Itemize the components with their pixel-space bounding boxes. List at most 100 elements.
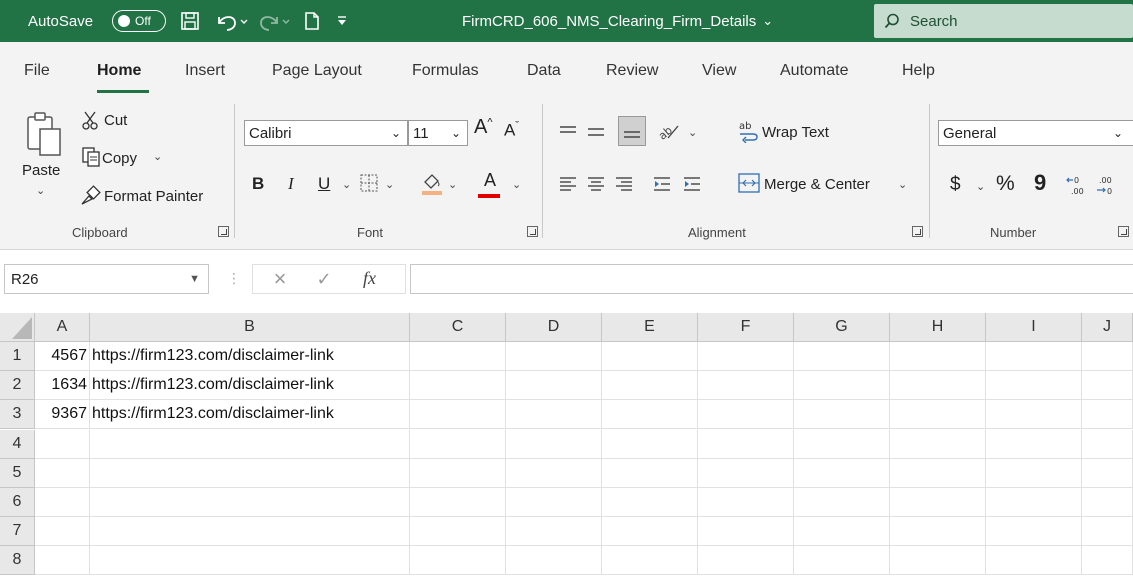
shrink-font-button[interactable]: Aˇ <box>504 120 519 141</box>
paste-chevron-icon[interactable]: ⌄ <box>36 184 45 197</box>
cell-b2[interactable]: https://firm123.com/disclaimer-link <box>90 371 410 401</box>
cell-i1[interactable] <box>986 342 1082 371</box>
grow-font-button[interactable]: A^ <box>474 116 493 139</box>
cell-f1[interactable] <box>698 342 794 371</box>
format-painter-label[interactable]: Format Painter <box>104 188 203 205</box>
orientation-icon[interactable]: ab <box>654 118 682 144</box>
align-middle-icon[interactable] <box>584 120 608 144</box>
fill-color-chevron-icon[interactable]: ⌄ <box>448 178 457 191</box>
format-painter-icon[interactable] <box>78 184 102 208</box>
cancel-icon[interactable]: × <box>268 266 292 292</box>
column-header-i[interactable]: I <box>986 313 1082 342</box>
cell-e5[interactable] <box>602 458 698 488</box>
cell-b4[interactable] <box>90 429 410 459</box>
currency-chevron-icon[interactable]: ⌄ <box>976 180 985 193</box>
cell-e7[interactable] <box>602 517 698 547</box>
row-header-5[interactable]: 5 <box>0 458 35 488</box>
cell-h5[interactable] <box>890 458 986 488</box>
cell-g5[interactable] <box>794 458 890 488</box>
cell-j4[interactable] <box>1082 429 1133 459</box>
decrease-decimal-icon[interactable]: .00 0 <box>1094 172 1120 198</box>
tab-home[interactable]: Home <box>97 62 141 80</box>
cell-d8[interactable] <box>506 546 602 576</box>
cell-d7[interactable] <box>506 517 602 547</box>
tab-automate[interactable]: Automate <box>780 62 848 80</box>
cell-h3[interactable] <box>890 400 986 430</box>
copy-icon[interactable] <box>80 146 102 168</box>
cell-c2[interactable] <box>410 371 506 401</box>
underline-button[interactable]: U <box>318 174 330 194</box>
cell-j1[interactable] <box>1082 342 1133 371</box>
name-box[interactable]: R26 ▼ <box>4 264 209 294</box>
cell-j8[interactable] <box>1082 546 1133 576</box>
undo-icon[interactable] <box>212 0 252 42</box>
cell-i2[interactable] <box>986 371 1082 401</box>
cell-a3[interactable]: 9367 <box>35 400 90 430</box>
new-file-icon[interactable] <box>300 0 324 42</box>
cell-b3[interactable]: https://firm123.com/disclaimer-link <box>90 400 410 430</box>
cell-g4[interactable] <box>794 429 890 459</box>
tab-data[interactable]: Data <box>527 62 561 80</box>
merge-chevron-icon[interactable]: ⌄ <box>898 178 907 191</box>
cell-h4[interactable] <box>890 429 986 459</box>
increase-indent-icon[interactable] <box>680 172 704 196</box>
column-header-e[interactable]: E <box>602 313 698 342</box>
column-header-b[interactable]: B <box>90 313 410 342</box>
cell-h8[interactable] <box>890 546 986 576</box>
row-header-2[interactable]: 2 <box>0 371 35 401</box>
cut-icon[interactable] <box>80 110 100 130</box>
cell-c3[interactable] <box>410 400 506 430</box>
align-center-icon[interactable] <box>584 172 608 196</box>
column-header-f[interactable]: F <box>698 313 794 342</box>
row-header-1[interactable]: 1 <box>0 342 35 371</box>
tab-view[interactable]: View <box>702 62 736 80</box>
cell-a2[interactable]: 1634 <box>35 371 90 401</box>
cell-i4[interactable] <box>986 429 1082 459</box>
cut-label[interactable]: Cut <box>104 112 127 129</box>
cell-i7[interactable] <box>986 517 1082 547</box>
cell-a8[interactable] <box>35 546 90 576</box>
row-header-3[interactable]: 3 <box>0 400 35 430</box>
currency-button[interactable]: $ <box>950 174 961 196</box>
column-header-j[interactable]: J <box>1082 313 1133 342</box>
cell-c4[interactable] <box>410 429 506 459</box>
wrap-text-icon[interactable]: ab <box>736 118 762 144</box>
cell-e2[interactable] <box>602 371 698 401</box>
borders-chevron-icon[interactable]: ⌄ <box>385 178 394 191</box>
align-bottom-icon[interactable] <box>618 116 646 146</box>
alignment-launcher-icon[interactable] <box>912 226 923 237</box>
cell-d5[interactable] <box>506 458 602 488</box>
select-all-button[interactable] <box>0 313 35 342</box>
align-top-icon[interactable] <box>556 120 580 144</box>
font-launcher-icon[interactable] <box>527 226 538 237</box>
cell-a4[interactable] <box>35 429 90 459</box>
cell-i5[interactable] <box>986 458 1082 488</box>
copy-label[interactable]: Copy <box>102 150 137 167</box>
cell-i3[interactable] <box>986 400 1082 430</box>
document-title[interactable]: FirmCRD_606_NMS_Clearing_Firm_Details ⌄ <box>462 0 773 42</box>
cell-g8[interactable] <box>794 546 890 576</box>
cell-c1[interactable] <box>410 342 506 371</box>
column-header-d[interactable]: D <box>506 313 602 342</box>
cell-d6[interactable] <box>506 488 602 517</box>
wrap-text-label[interactable]: Wrap Text <box>762 124 829 141</box>
copy-chevron-icon[interactable]: ⌄ <box>153 150 162 163</box>
cell-g7[interactable] <box>794 517 890 547</box>
comma-style-button[interactable]: 9 <box>1034 170 1046 196</box>
number-format-select[interactable]: General ⌄ <box>938 120 1133 146</box>
bold-button[interactable]: B <box>252 174 264 194</box>
cell-c7[interactable] <box>410 517 506 547</box>
cell-b1[interactable]: https://firm123.com/disclaimer-link <box>90 342 410 371</box>
redo-icon[interactable] <box>256 0 296 42</box>
cell-d1[interactable] <box>506 342 602 371</box>
paste-icon[interactable] <box>22 108 66 160</box>
cell-e8[interactable] <box>602 546 698 576</box>
caret-down-icon[interactable]: ▼ <box>189 273 200 285</box>
cell-e1[interactable] <box>602 342 698 371</box>
customize-toolbar-icon[interactable] <box>330 0 354 42</box>
tab-page-layout[interactable]: Page Layout <box>272 62 362 80</box>
cell-g6[interactable] <box>794 488 890 517</box>
cell-d3[interactable] <box>506 400 602 430</box>
fill-color-icon[interactable] <box>418 168 446 198</box>
cell-b6[interactable] <box>90 488 410 517</box>
